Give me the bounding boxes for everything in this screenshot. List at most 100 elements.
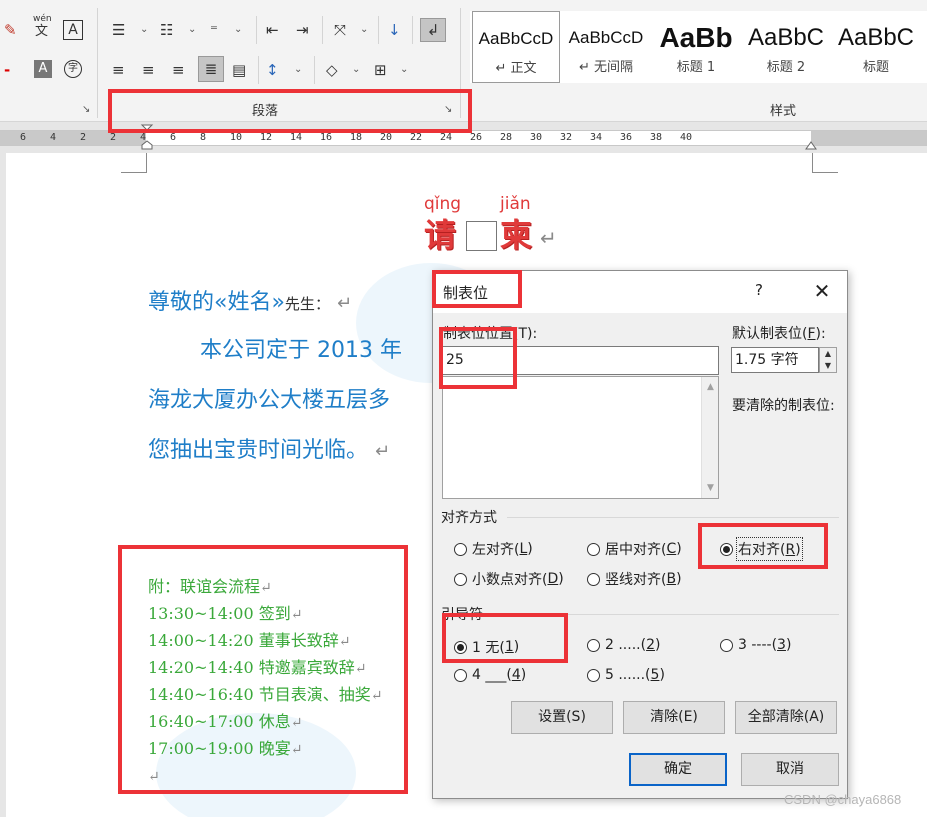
radio-label: 3 ----(	[738, 637, 778, 653]
leader-dashes-radio[interactable]: 3 ----(3)	[720, 637, 791, 653]
multilevel-list-icon[interactable]: ⁼	[210, 20, 218, 40]
dialog-titlebar[interactable]: 制表位 ? ✕	[433, 271, 847, 313]
cancel-button[interactable]: 取消	[741, 753, 839, 786]
style-heading-1[interactable]: AaBb 标题 1	[652, 11, 740, 83]
body-line-3: 海龙大厦办公大楼五层多	[148, 388, 391, 413]
radio-circle-checked[interactable]	[454, 640, 467, 654]
list-scrollbar[interactable]: ▲ ▼	[701, 377, 718, 498]
leader-middots-radio[interactable]: 5 ......(5)	[587, 667, 665, 683]
paragraph-dialog-launcher-icon[interactable]: ↘	[444, 104, 452, 115]
radio-circle-checked[interactable]	[720, 542, 733, 556]
character-shading-icon[interactable]: A	[34, 60, 52, 78]
scroll-up-icon[interactable]: ▲	[702, 382, 719, 392]
divider	[314, 56, 315, 84]
chevron-down-icon[interactable]: ⌄	[294, 60, 302, 80]
style-no-spacing[interactable]: AaBbCcD ↵ 无间隔	[562, 11, 650, 83]
radio-accel: 5	[650, 667, 660, 683]
align-center-radio[interactable]: 居中对齐(C)	[587, 539, 682, 559]
radio-circle[interactable]	[587, 542, 600, 556]
chinese-layout-icon[interactable]: ⤧	[334, 20, 346, 40]
radio-circle[interactable]	[454, 668, 467, 682]
spin-down-icon[interactable]: ▼	[820, 360, 836, 372]
close-icon[interactable]: ✕	[809, 277, 835, 305]
greeting-line: 尊敬的«姓名»先生： ↵	[148, 288, 352, 319]
chevron-down-icon[interactable]: ⌄	[140, 20, 148, 40]
chevron-down-icon[interactable]: ⌄	[188, 20, 196, 40]
sort-icon[interactable]: ↓	[388, 20, 401, 40]
ok-button[interactable]: 确定	[629, 753, 727, 786]
default-tab-input[interactable]: 1.75 字符	[731, 347, 819, 373]
chevron-down-icon[interactable]: ⌄	[360, 20, 368, 40]
align-right-icon[interactable]: ≡	[172, 60, 185, 80]
right-indent-marker-icon[interactable]	[804, 137, 818, 151]
radio-close: )	[795, 542, 801, 558]
radio-circle[interactable]	[587, 668, 600, 682]
show-formatting-marks-icon[interactable]: ↲	[420, 18, 446, 42]
paragraph-mark: ↵	[290, 715, 303, 731]
shading-icon[interactable]: ◇	[326, 60, 338, 80]
leader-dots-radio[interactable]: 2 .....(2)	[587, 637, 660, 653]
font-dialog-launcher-icon[interactable]: ↘	[82, 104, 90, 115]
title-pinyin: qǐng	[424, 194, 462, 214]
help-button[interactable]: ?	[755, 281, 763, 299]
align-right-radio[interactable]: 右对齐(R)	[720, 537, 803, 561]
numbering-icon[interactable]: ☷	[160, 20, 173, 40]
phonetic-guide-top[interactable]: wén	[33, 14, 52, 24]
line-spacing-icon[interactable]: ↕	[266, 60, 279, 80]
spin-up-icon[interactable]: ▲	[820, 348, 836, 360]
font-color-dash[interactable]: -	[4, 60, 10, 80]
style-name: 标题 2	[766, 60, 806, 75]
schedule-text: 附：联谊会流程	[148, 577, 261, 596]
indent-marker-icon[interactable]	[140, 123, 154, 153]
ruler-number: 38	[650, 132, 663, 143]
chevron-down-icon[interactable]: ⌄	[234, 20, 242, 40]
leader-none-radio[interactable]: 1 无(1)	[454, 637, 519, 657]
align-bar-radio[interactable]: 竖线对齐(B)	[587, 569, 682, 589]
phonetic-guide-icon[interactable]: 文	[35, 25, 48, 39]
default-tab-spinner[interactable]: ▲ ▼	[819, 347, 837, 373]
style-title[interactable]: AaBbC 标题	[832, 11, 920, 83]
decrease-indent-icon[interactable]: ⇤	[266, 20, 279, 40]
bullets-icon[interactable]: ☰	[112, 20, 125, 40]
chevron-down-icon[interactable]: ⌄	[400, 60, 408, 80]
tab-stop-list[interactable]: ▲ ▼	[442, 376, 719, 499]
style-heading-2[interactable]: AaBbC 标题 2	[742, 11, 830, 83]
horizontal-ruler[interactable]: 6 4 2 2 4 6 8 10 12 14 16 18 20 22 24 26 28 30 32 34 36 38 40	[0, 123, 927, 153]
radio-circle[interactable]	[720, 638, 733, 652]
set-button[interactable]: 设置(S)	[511, 701, 613, 734]
ruler-number: 2	[80, 132, 87, 143]
clear-all-button[interactable]: 全部清除(A)	[735, 701, 837, 734]
leader-underline-radio[interactable]: 4 ___(4)	[454, 667, 526, 683]
align-left-icon[interactable]: ≡	[112, 60, 125, 80]
ruler-number: 22	[410, 132, 423, 143]
tab-position-input[interactable]: 25	[442, 346, 719, 375]
title-pinyin: jiǎn	[500, 194, 531, 214]
ruler-number: 2	[110, 132, 117, 143]
ruler-right-margin	[811, 131, 927, 145]
enclose-characters-icon[interactable]: 字	[64, 60, 82, 78]
schedule-text: 14:00~14:20 董事长致辞	[148, 631, 339, 650]
style-normal[interactable]: AaBbCcD ↵ 正文	[472, 11, 560, 83]
scroll-down-icon[interactable]: ▼	[702, 483, 719, 493]
increase-indent-icon[interactable]: ⇥	[296, 20, 309, 40]
align-center-icon[interactable]: ≡	[142, 60, 155, 80]
clear-format-icon[interactable]: ✎	[4, 20, 17, 40]
chevron-down-icon[interactable]: ⌄	[352, 60, 360, 80]
borders-icon[interactable]: ⊞	[374, 60, 387, 80]
title-placeholder-box	[466, 221, 497, 251]
radio-accel: 3	[777, 637, 786, 653]
distributed-icon[interactable]: ▤	[232, 60, 246, 80]
radio-circle[interactable]	[587, 638, 600, 652]
clear-button[interactable]: 清除(E)	[623, 701, 725, 734]
styles-gallery: AaBbCcD ↵ 正文 AaBbCcD ↵ 无间隔 AaBb 标题 1 AaB…	[470, 11, 927, 83]
divider	[256, 16, 257, 44]
justify-icon[interactable]: ≣	[198, 56, 224, 82]
character-border-icon[interactable]: A	[63, 20, 83, 40]
align-left-radio[interactable]: 左对齐(L)	[454, 539, 533, 559]
radio-circle[interactable]	[454, 542, 467, 556]
align-decimal-radio[interactable]: 小数点对齐(D)	[454, 569, 564, 589]
paragraph-mark: ↵	[290, 607, 303, 623]
greeting-text: 尊敬的«姓名»	[148, 290, 285, 315]
radio-circle[interactable]	[454, 572, 467, 586]
radio-circle[interactable]	[587, 572, 600, 586]
